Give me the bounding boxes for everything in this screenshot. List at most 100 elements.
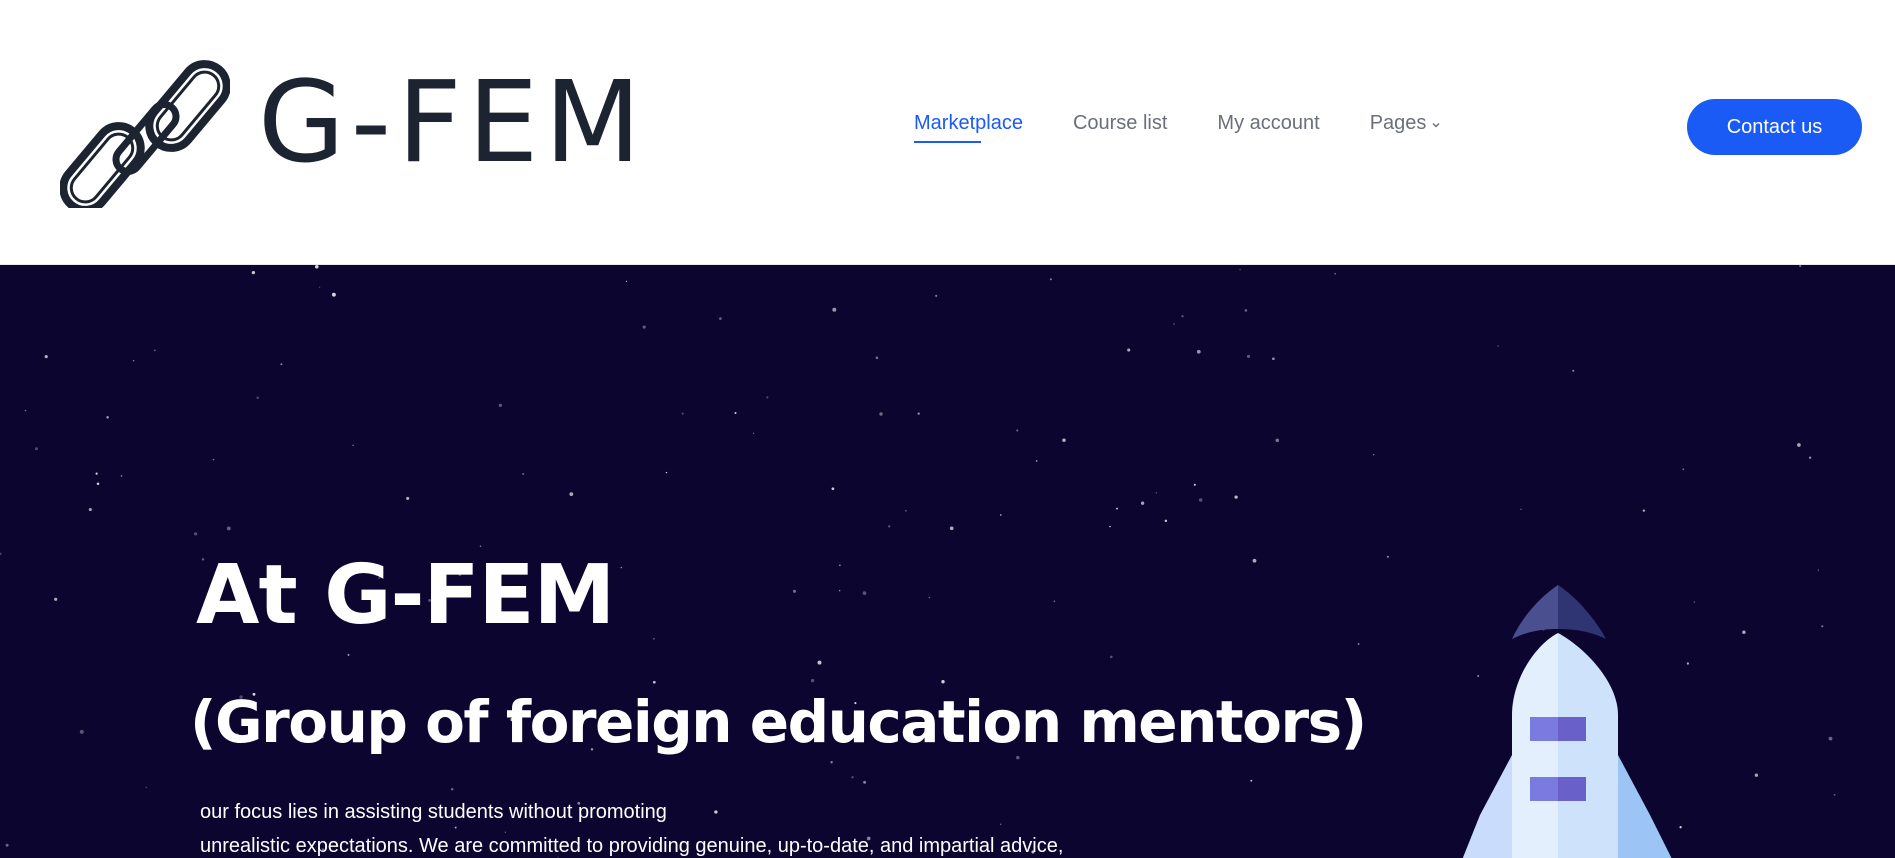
star (1155, 492, 1158, 494)
star (44, 355, 48, 359)
star (145, 786, 147, 789)
star (1520, 508, 1522, 511)
logo[interactable]: G-FEM (60, 38, 660, 208)
star (1372, 454, 1375, 456)
star (0, 552, 2, 556)
star (1127, 348, 1131, 352)
star (1828, 736, 1833, 741)
contact-us-button[interactable]: Contact us (1687, 99, 1862, 155)
star (1272, 357, 1275, 361)
star (1797, 443, 1801, 447)
logo-text: G-FEM (258, 58, 648, 188)
star (318, 286, 321, 288)
star (1000, 514, 1002, 516)
hero-description-line: unrealistic expectations. We are committ… (200, 835, 1064, 857)
star (120, 474, 123, 477)
star (863, 780, 867, 784)
star (212, 458, 215, 461)
star (830, 760, 833, 764)
nav-pages[interactable]: Pages (1370, 112, 1442, 143)
star (928, 596, 931, 599)
nav-course-list[interactable]: Course list (1073, 112, 1167, 143)
hero-description: our focus lies in assisting students wit… (200, 795, 1200, 858)
star (1252, 558, 1257, 563)
star (347, 653, 350, 656)
star (1682, 468, 1685, 471)
star (949, 526, 954, 531)
star (1799, 265, 1802, 268)
hero-subtitle: (Group of foreign education mentors) (190, 688, 1367, 756)
star (875, 356, 879, 360)
star (681, 412, 684, 415)
star (625, 280, 628, 282)
star (1198, 498, 1203, 502)
star (917, 412, 920, 415)
star (1334, 272, 1336, 275)
star (498, 403, 503, 408)
star (331, 292, 336, 297)
star (879, 412, 883, 416)
star (5, 843, 9, 847)
star (315, 265, 319, 269)
star (1193, 483, 1196, 486)
star (831, 487, 835, 491)
star (88, 507, 92, 512)
chevron-down-icon (1432, 122, 1440, 127)
star (132, 360, 135, 362)
star (1817, 569, 1819, 571)
star (226, 526, 231, 531)
star (1053, 600, 1056, 603)
star (1754, 773, 1759, 777)
star (1234, 495, 1238, 499)
star (1572, 369, 1575, 372)
star (851, 776, 854, 779)
star (1244, 309, 1248, 312)
star (766, 396, 769, 399)
star (839, 590, 841, 592)
star (719, 317, 722, 320)
star (905, 510, 907, 512)
star (106, 416, 109, 419)
main-nav: Marketplace Course list My account Pages (914, 112, 1441, 143)
star (153, 349, 156, 352)
star (752, 432, 755, 434)
star (352, 444, 354, 446)
star (1821, 625, 1824, 628)
star (256, 396, 259, 400)
star (665, 471, 668, 474)
star (1116, 507, 1118, 510)
hero-title: At G-FEM (196, 548, 615, 643)
star (817, 660, 822, 665)
star (1140, 501, 1145, 505)
star (653, 638, 655, 640)
star (832, 307, 837, 312)
star (35, 447, 38, 451)
star (193, 532, 198, 536)
star (280, 363, 283, 366)
star (1642, 509, 1645, 512)
star (1109, 525, 1111, 528)
nav-marketplace[interactable]: Marketplace (914, 112, 1023, 143)
star (1110, 655, 1113, 659)
star (406, 496, 410, 500)
star (79, 729, 84, 734)
star (1164, 519, 1168, 523)
nav-my-account[interactable]: My account (1217, 112, 1319, 143)
star (251, 270, 256, 275)
star (54, 597, 58, 601)
star (652, 680, 656, 684)
star (96, 482, 100, 486)
star (1833, 793, 1836, 796)
star (1742, 630, 1746, 634)
star (1275, 438, 1280, 443)
star (1250, 779, 1253, 782)
star (1181, 315, 1184, 318)
site-header: G-FEM Marketplace Course list My account… (0, 0, 1895, 265)
star (1357, 643, 1360, 645)
star (1173, 323, 1175, 325)
star (1049, 278, 1052, 281)
star (792, 589, 797, 593)
star (479, 545, 482, 547)
nav-pages-label: Pages (1369, 112, 1427, 134)
star (1808, 456, 1812, 459)
